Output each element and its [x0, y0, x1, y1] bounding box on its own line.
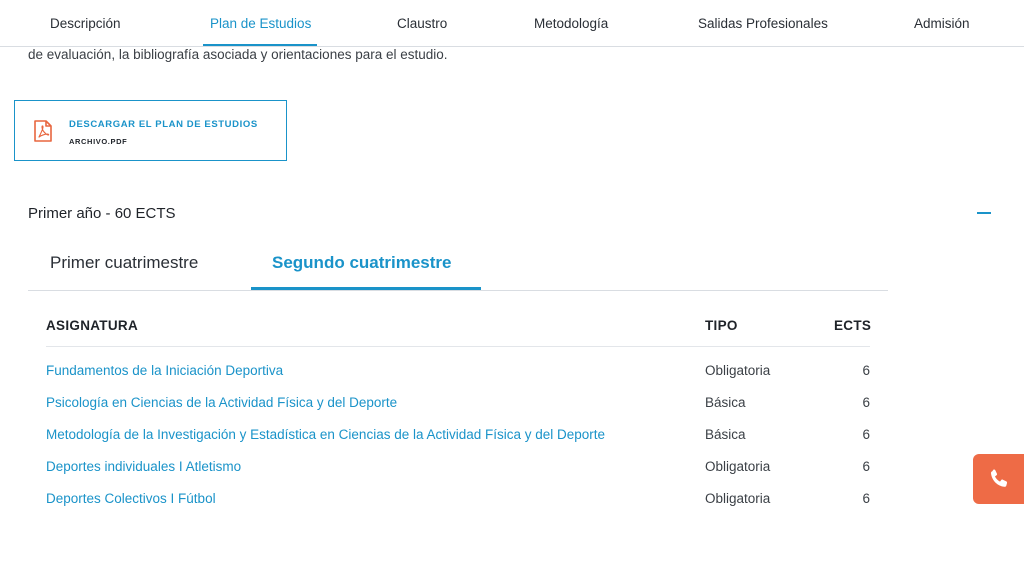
- subject-ects: 6: [862, 363, 870, 378]
- subject-ects: 6: [862, 491, 870, 506]
- download-title: DESCARGAR EL PLAN DE ESTUDIOS: [69, 119, 258, 130]
- tab-active-indicator: [251, 287, 481, 290]
- nav-item-descripcion[interactable]: Descripción: [50, 16, 121, 31]
- minus-icon[interactable]: [977, 212, 991, 214]
- subject-link[interactable]: Metodología de la Investigación y Estadí…: [46, 427, 605, 442]
- nav-item-claustro[interactable]: Claustro: [397, 16, 447, 31]
- subject-ects: 6: [862, 459, 870, 474]
- phone-icon: [990, 469, 1008, 487]
- subject-link[interactable]: Psicología en Ciencias de la Actividad F…: [46, 395, 397, 410]
- pdf-file-icon: [33, 120, 53, 142]
- intro-text: de evaluación, la bibliografía asociada …: [28, 47, 448, 62]
- subject-type: Obligatoria: [705, 459, 771, 474]
- tab-primer-cuatrimestre[interactable]: Primer cuatrimestre: [50, 253, 198, 273]
- nav-active-indicator: [203, 44, 317, 46]
- nav-item-plan-de-estudios[interactable]: Plan de Estudios: [210, 16, 311, 31]
- subject-link[interactable]: Fundamentos de la Iniciación Deportiva: [46, 363, 283, 378]
- top-nav: Descripción Plan de Estudios Claustro Me…: [0, 0, 1024, 47]
- subject-type: Obligatoria: [705, 363, 771, 378]
- subject-ects: 6: [862, 395, 870, 410]
- subject-link[interactable]: Deportes individuales I Atletismo: [46, 459, 241, 474]
- table-header-divider: [46, 346, 870, 347]
- nav-item-salidas-profesionales[interactable]: Salidas Profesionales: [698, 16, 828, 31]
- table-row: Psicología en Ciencias de la Actividad F…: [46, 395, 870, 417]
- download-plan-button[interactable]: DESCARGAR EL PLAN DE ESTUDIOS ARCHIVO.PD…: [14, 100, 287, 161]
- column-header-asignatura: ASIGNATURA: [46, 318, 138, 333]
- year-title[interactable]: Primer año - 60 ECTS: [28, 205, 176, 222]
- nav-item-admision[interactable]: Admisión: [914, 16, 970, 31]
- tab-segundo-cuatrimestre[interactable]: Segundo cuatrimestre: [272, 253, 452, 273]
- tabs-divider: [28, 290, 888, 291]
- subject-link[interactable]: Deportes Colectivos I Fútbol: [46, 491, 216, 506]
- download-filename: ARCHIVO.PDF: [69, 137, 128, 146]
- subject-type: Básica: [705, 395, 746, 410]
- subject-type: Obligatoria: [705, 491, 771, 506]
- subject-type: Básica: [705, 427, 746, 442]
- table-row: Deportes individuales I Atletismo Obliga…: [46, 459, 870, 481]
- table-row: Deportes Colectivos I Fútbol Obligatoria…: [46, 491, 870, 513]
- call-button[interactable]: [973, 454, 1024, 504]
- table-row: Metodología de la Investigación y Estadí…: [46, 427, 870, 449]
- column-header-ects: ECTS: [834, 318, 872, 333]
- table-row: Fundamentos de la Iniciación Deportiva O…: [46, 363, 870, 385]
- subject-ects: 6: [862, 427, 870, 442]
- nav-item-metodologia[interactable]: Metodología: [534, 16, 608, 31]
- column-header-tipo: TIPO: [705, 318, 738, 333]
